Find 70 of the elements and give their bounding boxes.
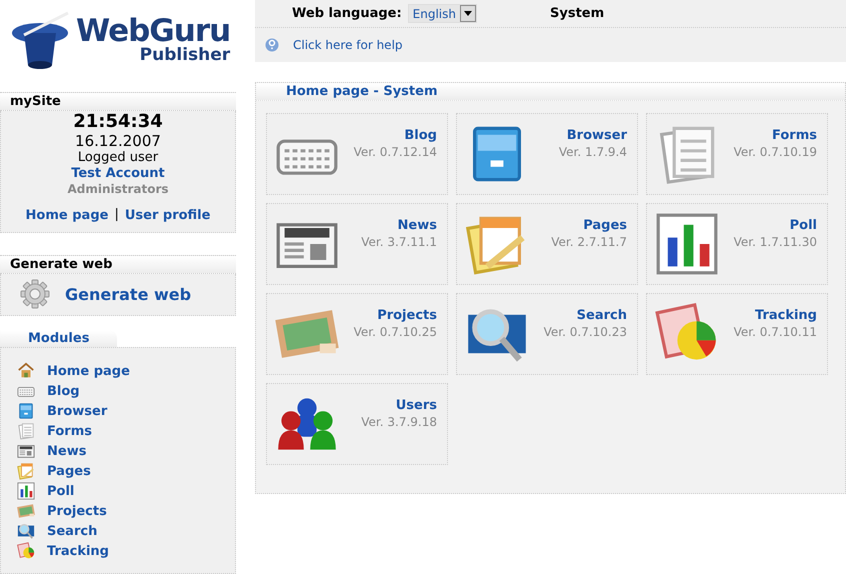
nav-link[interactable]: User profile	[124, 208, 210, 222]
dropdown-arrow-icon	[464, 11, 472, 16]
version-text: Ver. 0.7.10.11	[734, 325, 817, 339]
generate-web-button[interactable]: Generate web	[65, 284, 192, 304]
help-link[interactable]: Click here for help	[293, 38, 403, 52]
notepad-pencil-icon	[17, 462, 35, 480]
module-card[interactable]: Tracking Ver. 0.7.10.11	[646, 293, 828, 375]
module-card[interactable]: Search Ver. 0.7.10.23	[456, 293, 638, 375]
module-card[interactable]: Forms Ver. 0.7.10.19	[646, 113, 828, 195]
module-name-link[interactable]: Tracking	[755, 308, 817, 323]
date-text: 16.12.2007	[75, 133, 161, 150]
version-text: Ver. 0.7.10.25	[354, 325, 437, 339]
module-name-link[interactable]: Search	[576, 308, 627, 323]
module-name-link[interactable]: Browser	[566, 128, 627, 143]
module-link[interactable]: Tracking	[17, 542, 235, 560]
chalkboard-icon	[17, 502, 35, 520]
module-card[interactable]: Blog Ver. 0.7.12.14	[266, 113, 448, 195]
user-name-link[interactable]: Test Account	[71, 166, 165, 181]
module-name-link[interactable]: News	[398, 218, 437, 233]
language-select[interactable]: English	[408, 4, 478, 23]
module-link[interactable]: News	[17, 442, 235, 460]
magnifier-icon	[17, 522, 35, 540]
link-separator: |	[114, 207, 119, 223]
module-link[interactable]: Browser	[17, 402, 235, 420]
module-name-link[interactable]: Forms	[772, 128, 817, 143]
version-text: Ver. 3.7.11.1	[361, 235, 437, 249]
bar-chart-icon	[17, 482, 35, 500]
module-link[interactable]: Poll	[17, 482, 235, 500]
clock-time: 21:54:34	[73, 111, 163, 133]
nav-link[interactable]: Home page	[26, 208, 108, 222]
module-name-link[interactable]: Poll	[790, 218, 817, 233]
version-text: Ver. 1.7.9.4	[558, 145, 627, 159]
module-card[interactable]: Pages Ver. 2.7.11.7	[456, 203, 638, 285]
version-text: Ver. 0.7.12.14	[354, 145, 437, 159]
module-link[interactable]: Projects	[17, 502, 235, 520]
user-group-text: Administrators	[67, 181, 169, 197]
panel-title: mySite	[0, 92, 236, 111]
module-name-link[interactable]: Projects	[377, 308, 437, 323]
language-label: Web language:	[292, 6, 402, 21]
module-link[interactable]: Home page	[17, 362, 235, 380]
documents-icon	[17, 422, 35, 440]
section-title: System	[550, 6, 604, 21]
module-card[interactable]: News Ver. 3.7.11.1	[266, 203, 448, 285]
breadcrumb: Home page - System	[256, 83, 845, 101]
module-name-link[interactable]: Users	[396, 398, 437, 413]
help-icon	[265, 38, 279, 52]
module-link[interactable]: Blog	[17, 382, 235, 400]
bar-chart-icon	[655, 212, 719, 276]
logged-user-label: Logged user	[78, 150, 158, 166]
module-link[interactable]: Search	[17, 522, 235, 540]
module-name-link[interactable]: Blog	[404, 128, 437, 143]
newspaper-icon	[17, 442, 35, 460]
version-text: Ver. 3.7.9.18	[361, 415, 437, 429]
module-card[interactable]: Browser Ver. 1.7.9.4	[456, 113, 638, 195]
logo-title: WebGuru	[76, 16, 230, 47]
module-card[interactable]: Poll Ver. 1.7.11.30	[646, 203, 828, 285]
version-text: Ver. 0.7.10.19	[734, 145, 817, 159]
version-text: Ver. 1.7.11.30	[734, 235, 817, 249]
file-cabinet-icon	[17, 402, 35, 420]
module-card[interactable]: Projects Ver. 0.7.10.25	[266, 293, 448, 375]
house-icon	[17, 362, 35, 380]
logo-subtitle: Publisher	[140, 47, 230, 64]
pie-chart-icon	[17, 542, 35, 560]
panel-title: Generate web	[0, 255, 236, 274]
module-card[interactable]: Users Ver. 3.7.9.18	[266, 383, 448, 465]
module-link[interactable]: Forms	[17, 422, 235, 440]
version-text: Ver. 0.7.10.23	[544, 325, 627, 339]
module-link[interactable]: Pages	[17, 462, 235, 480]
version-text: Ver. 2.7.11.7	[551, 235, 627, 249]
module-name-link[interactable]: Pages	[583, 218, 627, 233]
